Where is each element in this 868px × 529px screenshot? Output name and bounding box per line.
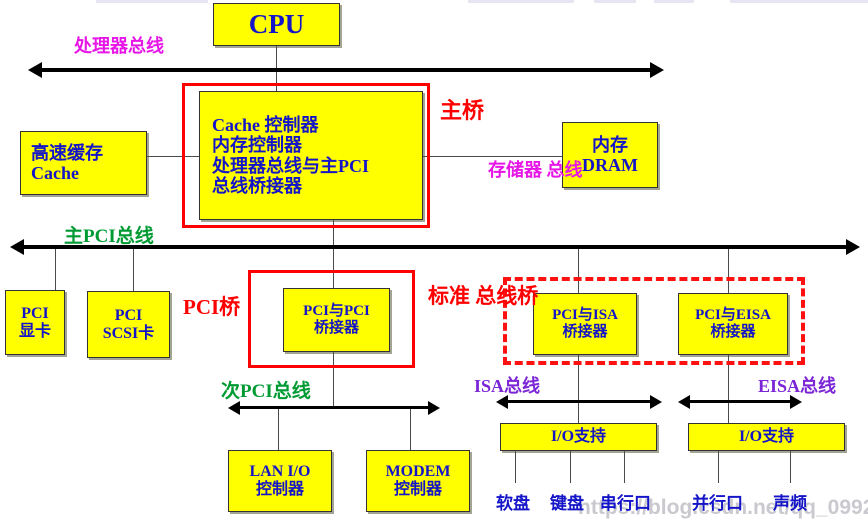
- box-pci-eisa-bridge-line-1: PCI与EISA: [695, 307, 771, 324]
- isa-bus-arrow-right: [650, 395, 662, 409]
- top-edge-artifact-1: [96, 0, 208, 3]
- box-cache[interactable]: 高速缓存 Cache: [20, 131, 147, 195]
- isa-bus-to-io-support-stub: [578, 403, 579, 424]
- box-cache-line-2: Cache: [31, 163, 79, 183]
- box-host-bridge-line-3: 处理器总线与主PCI: [212, 155, 369, 176]
- top-edge-artifact-3: [594, 0, 636, 3]
- box-pci-pci-bridge[interactable]: PCI与PCI 桥接器: [283, 288, 390, 352]
- peripheral-stub-audio: [790, 451, 791, 483]
- processor-bus-line: [42, 68, 650, 72]
- box-pci-vga-line-1: PCI: [21, 304, 49, 322]
- box-pci-pci-bridge-line-2: 桥接器: [313, 320, 359, 336]
- memory-bus-label-line-1: 存储器: [488, 160, 542, 180]
- box-pci-pci-bridge-line-1: PCI与PCI: [303, 303, 370, 320]
- memory-bus-label-line-2: 总线: [546, 160, 583, 180]
- box-pci-eisa-bridge[interactable]: PCI与EISA 桥接器: [678, 293, 788, 355]
- box-host-bridge-line-4: 总线桥接器: [212, 175, 302, 196]
- box-host-bridge[interactable]: Cache 控制器 内存控制器 处理器总线与主PCI 总线桥接器: [199, 91, 423, 220]
- box-host-bridge-line-2: 内存控制器: [212, 135, 302, 156]
- standard-bus-bridge-line-2: 总线桥: [475, 284, 539, 308]
- processor-bus-arrow-left: [28, 62, 42, 78]
- primary-pci-drop-vga: [55, 247, 56, 291]
- top-edge-artifact-5: [730, 0, 868, 3]
- box-pci-isa-bridge-line-2: 桥接器: [562, 324, 608, 340]
- primary-pci-bus-arrow-left: [10, 239, 24, 255]
- processor-bus-label: 处理器总线: [74, 36, 164, 56]
- box-pci-isa-bridge[interactable]: PCI与ISA 桥接器: [533, 293, 637, 355]
- peripheral-label-serial-port: 串行口: [600, 494, 651, 513]
- box-dram-line-2: DRAM: [582, 155, 638, 175]
- secondary-pci-bus-line: [240, 406, 428, 409]
- eisa-bus-line: [690, 400, 790, 403]
- peripheral-stub-parallel: [718, 451, 719, 483]
- memory-bus-label: 存储器 总线: [488, 160, 583, 180]
- peripheral-stub-keyboard: [570, 451, 571, 483]
- box-pci-scsi-line-2: SCSI卡: [102, 324, 155, 342]
- box-io-support-isa-label: I/O支持: [550, 428, 607, 446]
- box-io-support-isa[interactable]: I/O支持: [500, 423, 657, 451]
- secondary-pci-bus-label: 次PCI总线: [221, 381, 311, 402]
- box-pci-eisa-bridge-line-2: 桥接器: [710, 324, 756, 340]
- host-bridge-annotation: 主桥: [440, 98, 485, 123]
- box-modem[interactable]: MODEM 控制器: [366, 450, 470, 512]
- peripheral-label-keyboard: 键盘: [550, 494, 584, 513]
- eisa-bus-to-io-support-stub: [728, 403, 729, 424]
- box-cpu-label: CPU: [248, 9, 305, 40]
- box-host-bridge-line-1: Cache 控制器: [212, 115, 319, 136]
- top-edge-artifact-4: [654, 0, 694, 3]
- top-edge-artifact-2: [468, 0, 574, 3]
- peripheral-stub-floppy: [515, 451, 516, 483]
- secondary-pci-bus-arrow-right: [428, 401, 440, 415]
- box-pci-vga[interactable]: PCI 显卡: [5, 290, 65, 355]
- peripheral-label-parallel-port: 并行口: [692, 494, 743, 513]
- box-cpu[interactable]: CPU: [213, 3, 340, 46]
- box-cache-line-1: 高速缓存: [31, 142, 103, 163]
- peripheral-label-floppy: 软盘: [496, 494, 530, 513]
- secondary-pci-drop-lan: [278, 408, 279, 451]
- box-lan-io-line-2: 控制器: [255, 481, 304, 498]
- box-io-support-eisa-label: I/O支持: [738, 428, 795, 446]
- primary-pci-bus-label: 主PCI总线: [64, 226, 154, 247]
- processor-bus-arrow-right: [650, 62, 664, 78]
- peripheral-label-audio: 声频: [773, 494, 807, 513]
- box-pci-vga-line-2: 显卡: [18, 322, 51, 340]
- primary-pci-bus-arrow-right: [846, 239, 860, 255]
- secondary-pci-drop-modem: [410, 408, 411, 451]
- standard-bus-bridge-annotation: 标准 总线桥: [428, 284, 539, 309]
- pci-bridge-annotation: PCI桥: [183, 295, 241, 319]
- box-dram-line-1: 内存: [592, 134, 628, 155]
- eisa-bus-arrow-right: [790, 395, 802, 409]
- eisa-bus-arrow-left: [678, 395, 690, 409]
- secondary-pci-bus-arrow-left: [228, 401, 240, 415]
- box-pci-isa-bridge-line-1: PCI与ISA: [552, 307, 618, 324]
- isa-bus-arrow-left: [496, 395, 508, 409]
- box-modem-line-1: MODEM: [385, 463, 451, 481]
- isa-bus-label: ISA总线: [474, 376, 541, 396]
- host-bridge-to-memory-stub: [423, 156, 563, 157]
- box-lan-io[interactable]: LAN I/O 控制器: [228, 450, 332, 512]
- box-pci-scsi[interactable]: PCI SCSI卡: [87, 291, 170, 358]
- pci-architecture-diagram: https://blog.csdn.net/qq_0992 处理器总线 CPU …: [0, 0, 868, 529]
- box-modem-line-2: 控制器: [393, 481, 442, 498]
- standard-bus-bridge-line-1: 标准: [428, 284, 470, 308]
- isa-bus-line: [508, 400, 650, 403]
- eisa-bus-label: EISA总线: [758, 376, 837, 396]
- primary-pci-drop-scsi: [133, 247, 134, 291]
- peripheral-stub-serial: [624, 451, 625, 483]
- box-pci-scsi-line-1: PCI: [114, 306, 143, 324]
- box-io-support-eisa[interactable]: I/O支持: [688, 423, 845, 451]
- cpu-to-processor-bus-stub: [276, 45, 277, 70]
- box-lan-io-line-1: LAN I/O: [249, 463, 311, 481]
